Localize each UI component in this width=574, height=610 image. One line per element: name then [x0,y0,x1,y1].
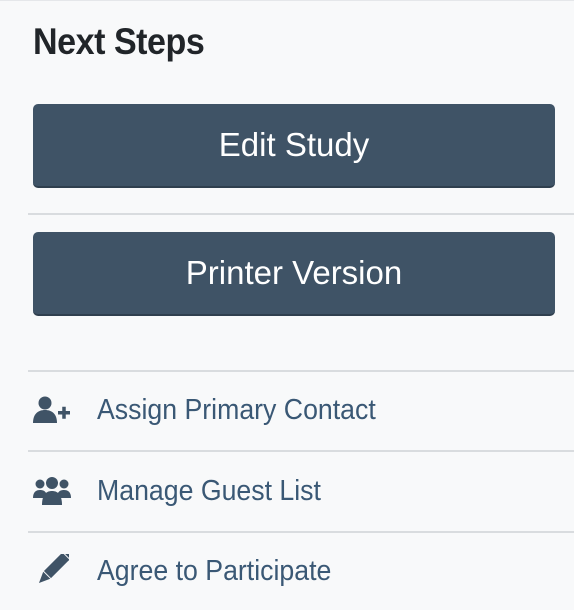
link-label: Manage Guest List [97,474,321,507]
link-label: Assign Primary Contact [97,393,376,426]
printer-version-button[interactable]: Printer Version [33,232,555,316]
divider [28,370,574,372]
agree-to-participate-link[interactable]: Agree to Participate [33,551,352,591]
link-label: Agree to Participate [97,554,332,587]
pencil-icon [33,554,75,588]
next-steps-panel: Next Steps Edit Study Printer Version As… [0,0,574,610]
panel-title: Next Steps [33,21,205,62]
assign-primary-contact-link[interactable]: Assign Primary Contact [33,390,400,430]
divider [28,213,574,215]
divider [28,450,574,452]
divider [28,531,574,533]
manage-guest-list-link[interactable]: Manage Guest List [33,471,340,511]
user-plus-icon [33,393,75,427]
users-icon [33,474,75,508]
edit-study-button[interactable]: Edit Study [33,104,555,188]
